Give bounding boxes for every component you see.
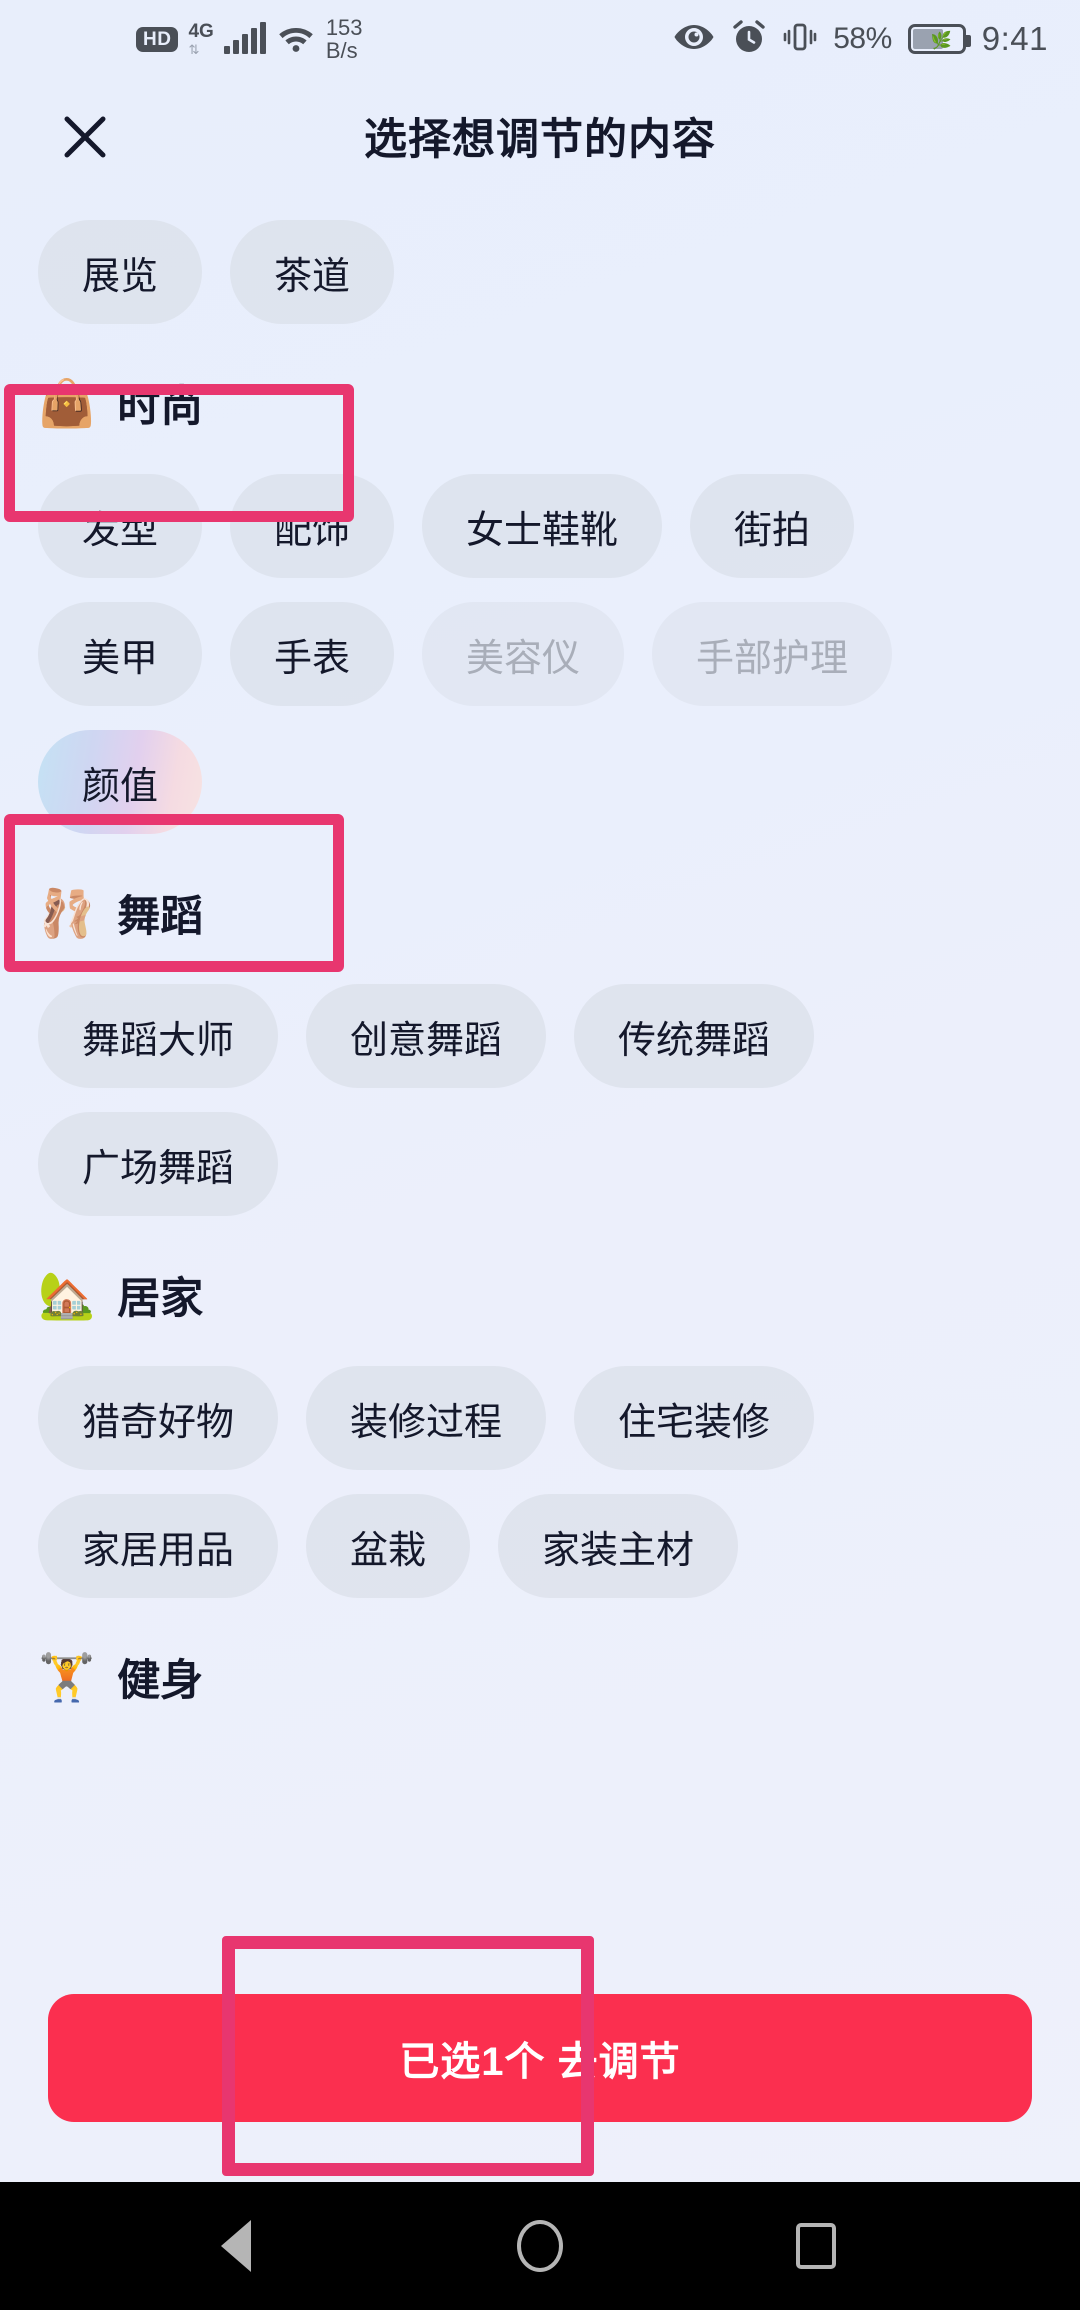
top-chips-row: 展览 茶道: [0, 220, 1080, 324]
status-bar-right: 58% 🌿 9:41: [673, 0, 1048, 78]
network-type-icon: 4G ⇅: [188, 21, 214, 57]
clock: 9:41: [981, 20, 1048, 57]
close-icon: [64, 116, 106, 158]
confirm-adjust-button[interactable]: 已选1个 去调节: [48, 1994, 1032, 2122]
ballet-shoes-icon: 🩰: [38, 887, 96, 939]
category-list: 展览 茶道 👜 时尚 发型 配饰 女士鞋靴 街拍 美甲 手表 美容仪 手部护理 …: [0, 194, 1080, 2180]
chip-zhuangxiuguocheng[interactable]: 装修过程: [306, 1366, 547, 1470]
alarm-icon: [731, 19, 767, 60]
wifi-icon: [276, 21, 316, 58]
house-icon: 🏡: [38, 1269, 96, 1321]
vibrate-icon: [783, 20, 817, 59]
dumbbell-icon: 🏋: [38, 1651, 96, 1703]
recents-icon: [796, 2223, 836, 2269]
chip-zhuzhaizhuangxiu[interactable]: 住宅装修: [574, 1366, 815, 1470]
chip-peishi[interactable]: 配饰: [230, 474, 395, 578]
status-bar: HD 4G ⇅ 153 B/s 58% 🌿 9:41: [0, 0, 1080, 78]
chip-lieqihaowu[interactable]: 猎奇好物: [38, 1366, 279, 1470]
page-header: 选择想调节的内容: [0, 78, 1080, 194]
eye-care-icon: [673, 22, 715, 57]
chip-meirongyi: 美容仪: [422, 602, 625, 706]
section-title-fashion: 时尚: [117, 383, 204, 431]
chip-jiajuyongpin[interactable]: 家居用品: [38, 1494, 279, 1598]
network-speed: 153 B/s: [325, 14, 363, 63]
section-header-home: 🏡 居家: [0, 1250, 1080, 1340]
chip-jiazhuangzhucai[interactable]: 家装主材: [498, 1494, 739, 1598]
chip-shoubiao[interactable]: 手表: [230, 602, 395, 706]
home-button[interactable]: [512, 2218, 568, 2274]
chip-nvshixuexue[interactable]: 女士鞋靴: [422, 474, 663, 578]
chip-meijia[interactable]: 美甲: [38, 602, 203, 706]
section-header-fitness: 🏋 健身: [0, 1632, 1080, 1722]
section-title-dance: 舞蹈: [117, 893, 204, 941]
chip-zhanlan[interactable]: 展览: [38, 220, 203, 324]
battery-percent: 58%: [833, 22, 892, 55]
signal-bars-icon: [223, 22, 266, 54]
data-arrows-icon: ⇅: [188, 42, 200, 57]
section-title-fitness: 健身: [117, 1657, 204, 1705]
page-title: 选择想调节的内容: [364, 116, 716, 164]
chips-row-home: 猎奇好物 装修过程 住宅装修 家居用品 盆栽 家装主材: [0, 1366, 1080, 1598]
chip-jiepai[interactable]: 街拍: [690, 474, 855, 578]
android-nav-bar: [0, 2182, 1080, 2310]
section-title-home: 居家: [117, 1275, 204, 1323]
chip-chuantongwudao[interactable]: 传统舞蹈: [574, 984, 815, 1088]
section-header-dance: 🩰 舞蹈: [0, 868, 1080, 958]
chip-faxing[interactable]: 发型: [38, 474, 203, 578]
battery-eco-icon: 🌿: [907, 24, 971, 54]
chip-chadao[interactable]: 茶道: [230, 220, 395, 324]
phone-screen: HD 4G ⇅ 153 B/s 58% 🌿 9:41 选择想调节的内容 展览 茶…: [0, 0, 1080, 2310]
status-bar-left: HD 4G ⇅ 153 B/s: [136, 0, 363, 78]
chips-row-fashion: 发型 配饰 女士鞋靴 街拍 美甲 手表 美容仪 手部护理 颜值: [0, 474, 1080, 834]
handbag-sunglasses-icon: 👜: [38, 377, 96, 429]
chip-chuangyiwudao[interactable]: 创意舞蹈: [306, 984, 547, 1088]
back-button[interactable]: [221, 2218, 292, 2274]
chips-row-dance: 舞蹈大师 创意舞蹈 传统舞蹈 广场舞蹈: [0, 984, 1080, 1216]
recents-button[interactable]: [788, 2218, 844, 2274]
chip-wudaodashi[interactable]: 舞蹈大师: [38, 984, 279, 1088]
chip-penzai[interactable]: 盆栽: [306, 1494, 471, 1598]
chip-shoubuhuli: 手部护理: [652, 602, 893, 706]
chip-yanzhi[interactable]: 颜值: [38, 730, 203, 834]
home-icon: [517, 2220, 563, 2272]
chip-guangchangwudao[interactable]: 广场舞蹈: [38, 1112, 279, 1216]
hd-icon: HD: [136, 26, 179, 52]
section-header-fashion: 👜 时尚: [0, 358, 1080, 448]
back-icon: [221, 2220, 279, 2272]
close-button[interactable]: [48, 100, 122, 174]
